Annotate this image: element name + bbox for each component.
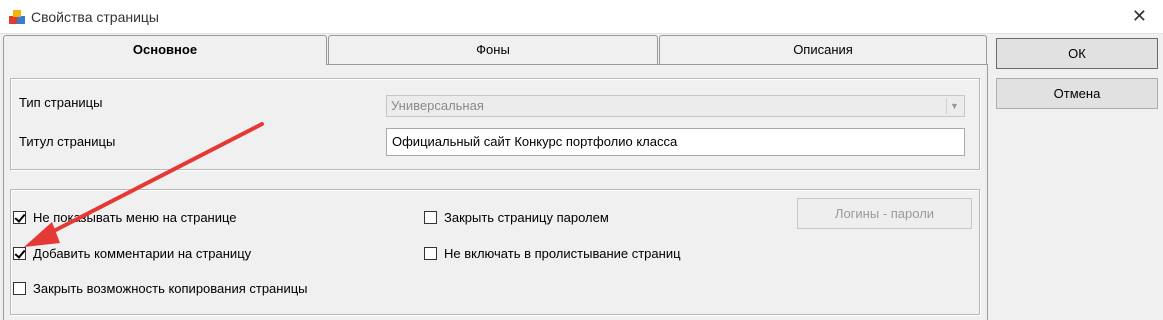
add-comments-checkbox[interactable] bbox=[13, 247, 26, 260]
page-properties-dialog: Свойства страницы ✕ Основное Фоны Описан… bbox=[0, 0, 1163, 320]
password-protect-checkbox[interactable] bbox=[424, 211, 437, 224]
window-title: Свойства страницы bbox=[31, 9, 159, 25]
disable-copy-label: Закрыть возможность копирования страницы bbox=[33, 281, 308, 296]
chevron-down-icon[interactable]: ▼ bbox=[946, 98, 962, 114]
ok-button[interactable]: ОК bbox=[996, 38, 1158, 69]
close-icon[interactable]: ✕ bbox=[1132, 7, 1147, 25]
tab-descriptions[interactable]: Описания bbox=[659, 35, 987, 64]
page-title-input[interactable]: Официальный сайт Конкурс портфолио класс… bbox=[386, 128, 965, 156]
disable-copy-checkbox[interactable] bbox=[13, 282, 26, 295]
disable-copy-option[interactable]: Закрыть возможность копирования страницы bbox=[13, 281, 308, 296]
add-comments-label: Добавить комментарии на страницу bbox=[33, 246, 252, 261]
hide-menu-checkbox[interactable] bbox=[13, 211, 26, 224]
page-type-label: Тип страницы bbox=[19, 95, 103, 110]
page-info-group: Тип страницы Титул страницы bbox=[10, 78, 980, 170]
title-bar: Свойства страницы ✕ bbox=[0, 0, 1163, 34]
exclude-paging-option[interactable]: Не включать в пролистывание страниц bbox=[424, 246, 681, 261]
exclude-paging-label: Не включать в пролистывание страниц bbox=[444, 246, 681, 261]
tab-panel-general: Тип страницы Титул страницы Универсальна… bbox=[3, 64, 988, 320]
tab-general[interactable]: Основное bbox=[3, 35, 327, 67]
page-type-select[interactable]: Универсальная ▼ bbox=[386, 95, 965, 117]
logins-passwords-button[interactable]: Логины - пароли bbox=[797, 198, 972, 229]
add-comments-option[interactable]: Добавить комментарии на страницу bbox=[13, 246, 251, 261]
puzzle-icon bbox=[9, 10, 25, 24]
page-type-value: Универсальная bbox=[391, 98, 484, 113]
tab-backgrounds[interactable]: Фоны bbox=[328, 35, 658, 64]
cancel-button[interactable]: Отмена bbox=[996, 78, 1158, 109]
exclude-paging-checkbox[interactable] bbox=[424, 247, 437, 260]
password-protect-option[interactable]: Закрыть страницу паролем bbox=[424, 210, 609, 225]
hide-menu-label: Не показывать меню на странице bbox=[33, 210, 237, 225]
page-title-label: Титул страницы bbox=[19, 134, 116, 149]
password-protect-label: Закрыть страницу паролем bbox=[444, 210, 609, 225]
hide-menu-option[interactable]: Не показывать меню на странице bbox=[13, 210, 237, 225]
